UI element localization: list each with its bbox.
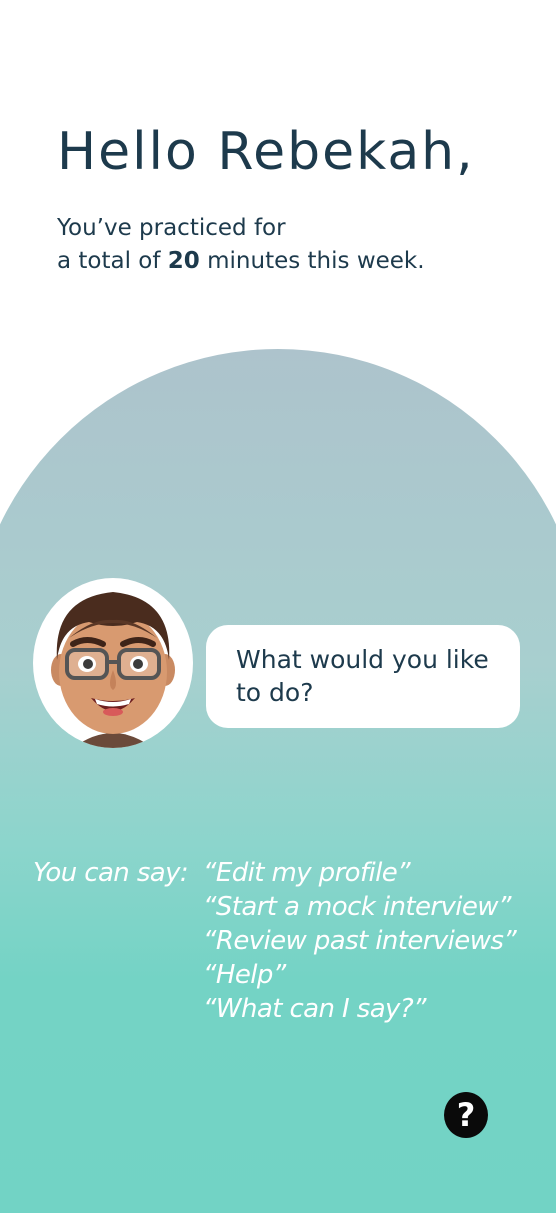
hint-phrase: “Edit my profile” [203,858,411,888]
memoji-avatar-icon [51,592,175,748]
assistant-avatar [33,578,193,748]
practice-minutes: 20 [167,248,200,274]
greeting-heading: Hello Rebekah, [57,122,475,182]
assistant-prompt-bubble: What would you like to do? [206,625,520,728]
hint-phrase-list: “Edit my profile” “Start a mock intervie… [203,856,517,1026]
hint-phrase: “Start a mock interview” [203,892,511,922]
assistant-background-arch [0,349,556,1213]
practice-summary: You’ve practiced for a total of 20 minut… [57,212,425,278]
hint-phrase: “What can I say?” [203,994,426,1024]
hint-phrase: “Review past interviews” [203,926,517,956]
help-icon: ? [456,1096,476,1134]
hints-lead: You can say: [33,858,189,888]
summary-prefix: a total of [57,248,168,274]
summary-line-1: You’ve practiced for [57,215,286,241]
help-button[interactable]: ? [444,1092,488,1138]
home-screen: Hello Rebekah, You’ve practiced for a to… [0,0,556,1213]
hint-phrase: “Help” [203,960,286,990]
summary-suffix: minutes this week. [199,248,425,274]
